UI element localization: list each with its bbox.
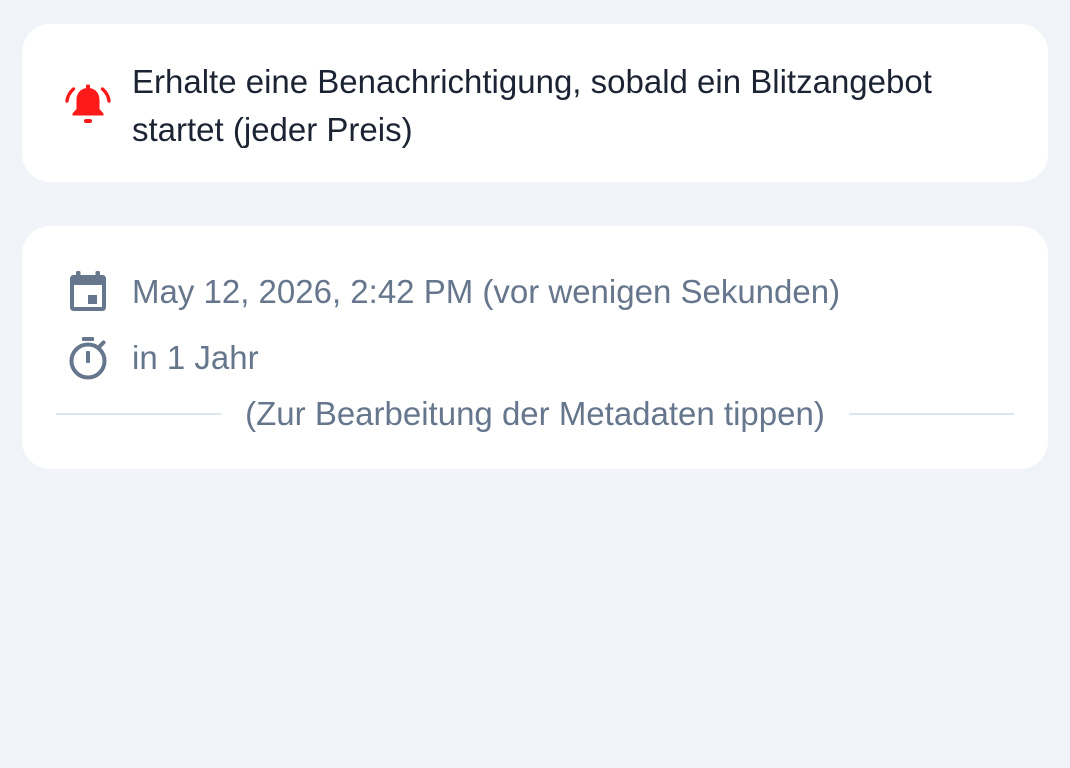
alert-card[interactable]: Erhalte eine Benachrichtigung, sobald ei…: [22, 24, 1048, 182]
edit-metadata-hint[interactable]: (Zur Bearbeitung der Metadaten tippen): [56, 390, 1014, 438]
created-date-text: May 12, 2026, 2:42 PM (vor wenigen Sekun…: [132, 273, 841, 310]
duration-text: in 1 Jahr: [132, 339, 259, 376]
stopwatch-icon: [64, 334, 112, 382]
divider-left: [56, 413, 222, 415]
divider-right: [848, 413, 1014, 415]
alert-description: Erhalte eine Benachrichtigung, sobald ei…: [132, 63, 932, 148]
metadata-card[interactable]: May 12, 2026, 2:42 PM (vor wenigen Sekun…: [22, 226, 1048, 469]
calendar-icon: [64, 268, 112, 316]
duration-row: in 1 Jahr: [64, 334, 259, 382]
created-date-row: May 12, 2026, 2:42 PM (vor wenigen Sekun…: [64, 268, 840, 316]
edit-metadata-hint-text: (Zur Bearbeitung der Metadaten tippen): [245, 395, 825, 432]
bell-ringing-icon: [64, 80, 112, 128]
